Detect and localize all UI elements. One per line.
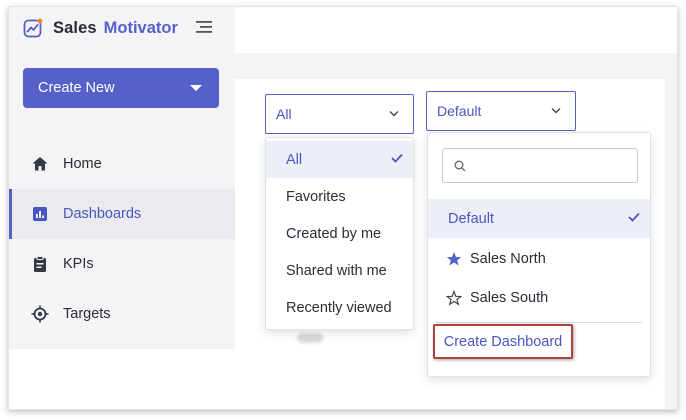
sidebar-item-targets[interactable]: Targets [9, 289, 235, 339]
home-icon [32, 157, 48, 171]
create-new-label: Create New [38, 80, 115, 96]
option-label: Default [448, 210, 494, 227]
target-icon [31, 305, 49, 323]
background-placeholder [297, 333, 323, 343]
filter-option-shared-with-me[interactable]: Shared with me [266, 252, 413, 289]
sidebar: Sales Motivator Create New Home Dashboar… [9, 7, 235, 409]
option-label: Recently viewed [286, 299, 392, 316]
brand-name-part2: Motivator [103, 18, 178, 37]
option-label: Shared with me [286, 262, 387, 279]
content-footer [235, 349, 427, 409]
dashboard-dropdown-menu: Default Sales North Sales South Create D… [427, 132, 651, 377]
star-filled-icon[interactable] [446, 251, 462, 267]
filter-select-value: All [276, 106, 292, 122]
clipboard-icon [34, 256, 46, 272]
filter-option-recently-viewed[interactable]: Recently viewed [266, 289, 413, 326]
app-window: Sales Motivator Create New Home Dashboar… [8, 6, 678, 410]
sidebar-item-dashboards[interactable]: Dashboards [9, 189, 235, 239]
brand-name-part1: Sales [53, 18, 97, 37]
filter-option-favorites[interactable]: Favorites [266, 178, 413, 215]
logo-chart-icon [23, 18, 43, 38]
dashboard-search-input[interactable] [473, 157, 628, 175]
sidebar-item-label: KPIs [63, 256, 94, 272]
create-dashboard-button[interactable]: Create Dashboard [433, 324, 573, 359]
create-new-button[interactable]: Create New [23, 68, 219, 108]
option-label: Favorites [286, 188, 346, 205]
check-icon [391, 153, 403, 163]
top-bar [235, 7, 677, 53]
search-icon [454, 160, 466, 172]
star-outline-icon[interactable] [446, 290, 462, 306]
option-label: Sales North [470, 250, 546, 267]
dashboard-icon [33, 207, 47, 221]
dashboard-select[interactable]: Default [426, 91, 576, 131]
sidebar-item-kpis[interactable]: KPIs [9, 239, 235, 289]
option-label: Sales South [470, 289, 549, 306]
dashboard-option-default[interactable]: Default [428, 199, 650, 238]
dashboard-option-sales-south[interactable]: Sales South [428, 278, 650, 317]
sidebar-footer [9, 349, 235, 409]
filter-option-created-by-me[interactable]: Created by me [266, 215, 413, 252]
dashboard-option-sales-north[interactable]: Sales North [428, 239, 650, 278]
option-label: All [286, 151, 303, 168]
collapse-menu-icon[interactable] [196, 20, 212, 34]
dashboard-search-box [442, 148, 638, 183]
caret-down-icon [190, 85, 202, 91]
sidebar-item-label: Targets [63, 306, 111, 322]
check-icon [628, 212, 640, 222]
sidebar-item-label: Home [63, 156, 102, 172]
filter-option-all[interactable]: All [266, 141, 413, 178]
filter-dropdown-menu: All Favorites Created by me Shared with … [265, 137, 414, 330]
menu-divider [436, 322, 642, 323]
option-label: Created by me [286, 225, 382, 242]
dashboard-select-value: Default [437, 103, 482, 119]
sidebar-item-home[interactable]: Home [9, 139, 235, 189]
filter-select[interactable]: All [265, 94, 414, 134]
chevron-down-icon [389, 111, 399, 117]
chevron-down-icon [551, 108, 561, 114]
brand[interactable]: Sales Motivator [23, 13, 178, 43]
sidebar-item-label: Dashboards [63, 206, 142, 222]
create-dashboard-label: Create Dashboard [443, 333, 563, 350]
